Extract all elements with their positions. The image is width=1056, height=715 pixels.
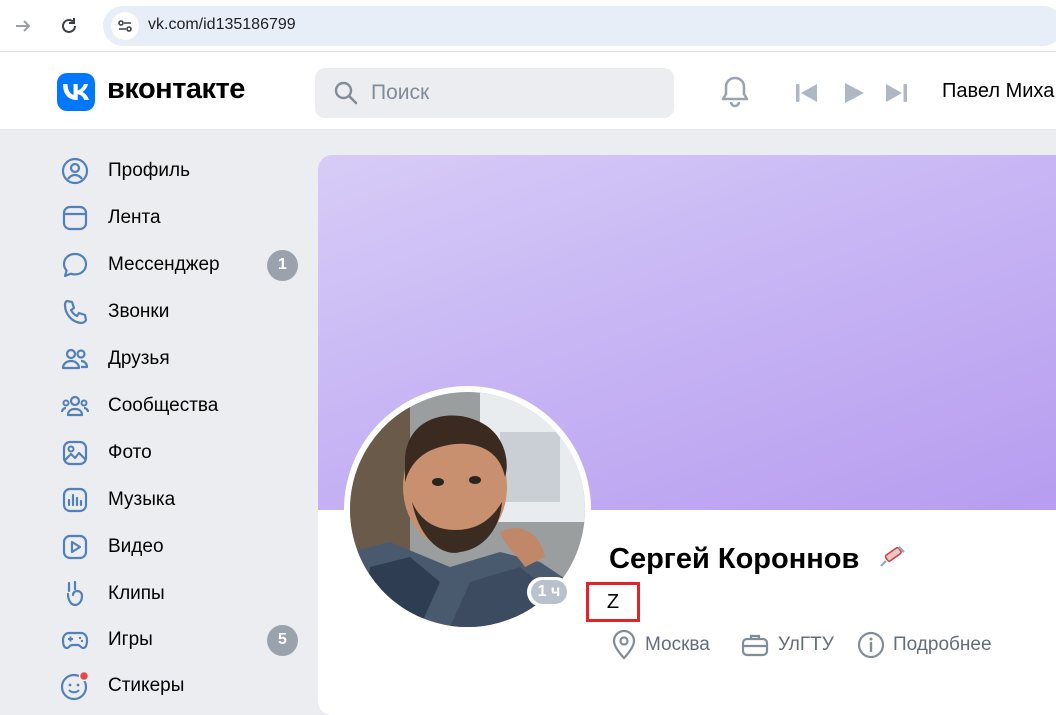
profile-more-link[interactable]: Подробнее — [857, 628, 992, 662]
url-text[interactable]: vk.com/id135186799 — [148, 16, 296, 34]
status-text[interactable]: Z — [586, 582, 640, 622]
site-info-icon[interactable] — [111, 12, 139, 40]
briefcase-icon — [741, 634, 769, 657]
music-icon — [60, 485, 90, 515]
sidebar-item-label: Клипы — [108, 583, 165, 604]
last-seen-text: 1 ч — [530, 580, 568, 604]
bell-icon[interactable] — [719, 75, 751, 109]
search-input[interactable] — [371, 80, 651, 106]
sidebar-item-label: Музыка — [108, 489, 176, 510]
sidebar-item-label: Звонки — [108, 301, 170, 322]
sidebar-item-label: Профиль — [108, 160, 191, 181]
sidebar-item-clips[interactable]: Клипы — [60, 574, 305, 614]
vk-wordmark[interactable]: вконтакте — [107, 73, 245, 106]
browser-toolbar: vk.com/id135186799 — [0, 0, 1056, 52]
phone-icon — [60, 297, 90, 327]
reload-icon[interactable] — [57, 14, 81, 38]
sidebar-item-feed[interactable]: Лента — [60, 198, 305, 238]
play-icon[interactable] — [843, 82, 865, 104]
video-icon — [60, 532, 90, 562]
info-icon — [857, 631, 885, 659]
vk-logo[interactable] — [57, 73, 95, 111]
vk-header: вконтакте Павел Миха — [0, 52, 1056, 130]
sidebar-item-games[interactable]: Игры 5 — [60, 620, 305, 660]
last-seen-badge: 1 ч — [527, 577, 571, 607]
friends-icon — [60, 344, 90, 374]
games-badge: 5 — [267, 624, 298, 656]
user-circle-icon — [60, 156, 90, 186]
forward-icon[interactable] — [11, 14, 35, 38]
previous-track-icon[interactable] — [795, 82, 819, 104]
feed-icon — [60, 203, 90, 233]
sidebar-item-calls[interactable]: Звонки — [60, 292, 305, 332]
syringe-emoji-icon — [880, 546, 906, 567]
gamepad-icon — [60, 625, 90, 655]
clips-icon — [60, 579, 90, 609]
sidebar-item-friends[interactable]: Друзья — [60, 339, 305, 379]
sidebar-item-communities[interactable]: Сообщества — [60, 386, 305, 426]
address-bar[interactable]: vk.com/id135186799 — [103, 6, 1056, 46]
sidebar-item-label: Друзья — [108, 348, 170, 369]
sidebar-item-video[interactable]: Видео — [60, 527, 305, 567]
left-sidebar: Профиль Лента Мессенджер 1 Звонки Друзья… — [0, 131, 310, 701]
profile-name: Сергей Короннов — [609, 543, 907, 576]
profile-name-text: Сергей Короннов — [609, 543, 860, 575]
sidebar-item-label: Мессенджер — [108, 254, 220, 275]
sidebar-item-music[interactable]: Музыка — [60, 480, 305, 520]
photo-icon — [60, 438, 90, 468]
user-menu-name[interactable]: Павел Миха — [942, 80, 1054, 103]
communities-icon — [60, 391, 90, 421]
profile-work-text: УлГТУ — [778, 634, 834, 655]
search-box[interactable] — [315, 68, 674, 118]
profile-work[interactable]: УлГТУ — [740, 628, 834, 662]
sidebar-item-label: Фото — [108, 442, 152, 463]
next-track-icon[interactable] — [884, 82, 908, 104]
sidebar-item-label: Стикеры — [108, 675, 185, 696]
profile-more-text: Подробнее — [893, 634, 992, 655]
sidebar-item-photos[interactable]: Фото — [60, 433, 305, 473]
search-icon — [334, 81, 358, 105]
sidebar-item-label: Видео — [108, 536, 164, 557]
sidebar-item-label: Игры — [108, 629, 153, 650]
smile-icon — [60, 671, 90, 701]
message-icon — [60, 250, 90, 280]
profile-city[interactable]: Москва — [611, 628, 710, 662]
sidebar-item-stickers[interactable]: Стикеры — [60, 666, 305, 706]
sidebar-item-label: Лента — [108, 207, 161, 228]
sidebar-item-messenger[interactable]: Мессенджер 1 — [60, 245, 305, 285]
sidebar-item-label: Сообщества — [108, 395, 219, 416]
sidebar-item-profile[interactable]: Профиль — [60, 151, 305, 191]
profile-city-text: Москва — [645, 634, 710, 655]
unread-badge: 1 — [267, 249, 298, 281]
location-pin-icon — [612, 630, 636, 660]
